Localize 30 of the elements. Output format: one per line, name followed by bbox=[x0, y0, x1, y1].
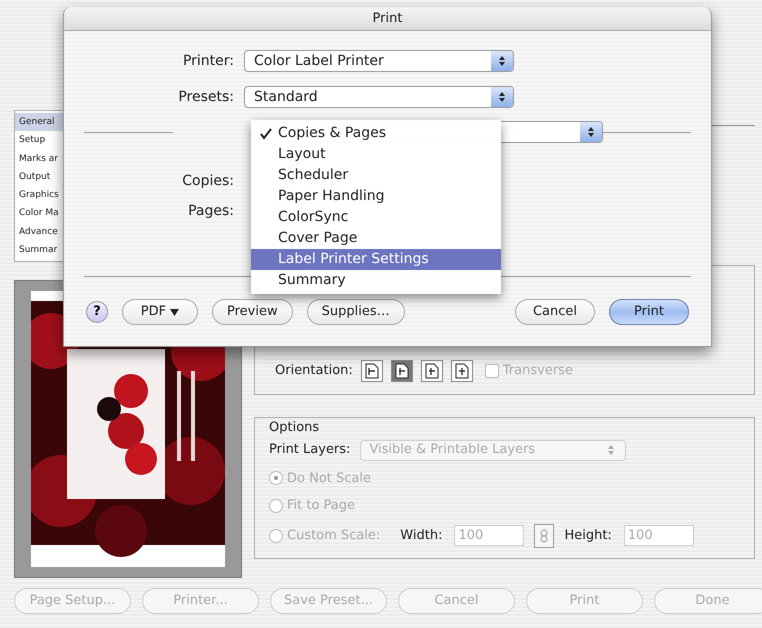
field-label: Height: bbox=[564, 526, 612, 545]
group-title: Options bbox=[265, 418, 324, 438]
menu-item[interactable]: Copies & Pages bbox=[251, 123, 501, 144]
popup-menu[interactable]: Color Label Printer bbox=[244, 50, 514, 72]
field-label: Presets: bbox=[177, 88, 234, 106]
field-label: Copies: bbox=[181, 172, 234, 190]
field-label: Printer: bbox=[182, 52, 234, 70]
field-label: Width: bbox=[400, 526, 442, 545]
menu-item[interactable]: ColorSync bbox=[251, 207, 501, 228]
menu-item[interactable]: Cover Page bbox=[251, 228, 501, 249]
button[interactable]: Preview bbox=[212, 299, 293, 325]
window-title: Print bbox=[64, 7, 711, 31]
radio-label: Custom Scale: bbox=[287, 526, 380, 545]
orientation-label: Orientation: bbox=[275, 362, 353, 380]
button[interactable]: Cancel bbox=[515, 299, 595, 325]
radio-label: Fit to Page bbox=[287, 497, 356, 515]
menu-item[interactable]: Layout bbox=[251, 144, 501, 165]
menu-item[interactable]: Scheduler bbox=[251, 165, 501, 186]
button[interactable]: Supplies… bbox=[306, 299, 405, 325]
field-label: Print Layers: bbox=[269, 441, 350, 460]
button[interactable]: Print bbox=[609, 299, 689, 325]
pdf-menu-button[interactable]: PDF bbox=[122, 299, 198, 325]
menu-item[interactable]: Summary bbox=[251, 270, 501, 291]
popup-menu[interactable]: Standard bbox=[244, 86, 514, 108]
radio-label: Do Not Scale bbox=[287, 470, 371, 488]
help-button[interactable]: ? bbox=[86, 301, 108, 323]
menu-item[interactable]: Label Printer Settings bbox=[251, 249, 501, 270]
menu-item[interactable]: Paper Handling bbox=[251, 186, 501, 207]
checkbox-label: Transverse bbox=[502, 362, 573, 380]
field-label: Pages: bbox=[187, 202, 234, 220]
